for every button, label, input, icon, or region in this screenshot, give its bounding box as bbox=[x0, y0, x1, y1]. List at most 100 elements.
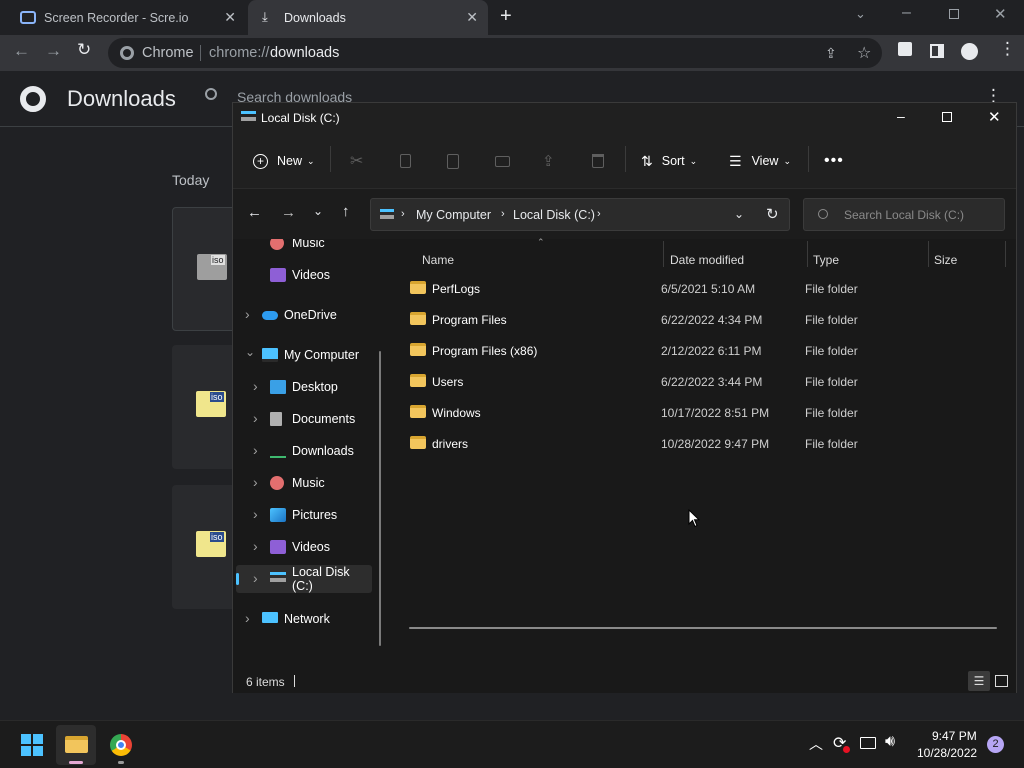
chevron-down-icon[interactable]: ⌄ bbox=[245, 345, 255, 359]
share-icon[interactable]: ⇪ bbox=[825, 45, 837, 62]
maximize-icon[interactable] bbox=[942, 112, 952, 122]
volume-icon[interactable]: 🔊︎ bbox=[885, 733, 895, 751]
search-local-disk-input[interactable]: Search Local Disk (C:) bbox=[803, 198, 1005, 231]
start-button-windows-icon[interactable] bbox=[21, 734, 43, 756]
network-icon[interactable] bbox=[860, 737, 876, 749]
more-options-icon[interactable]: ••• bbox=[824, 146, 844, 176]
close-window-icon[interactable]: ✕ bbox=[988, 108, 1001, 126]
nav-item-network[interactable]: › Network bbox=[233, 605, 381, 633]
chrome-icon-center bbox=[116, 740, 126, 750]
breadcrumb-my-computer[interactable]: My Computer bbox=[416, 208, 491, 222]
chevron-right-icon[interactable]: › bbox=[253, 538, 258, 554]
refresh-icon[interactable]: ↻ bbox=[766, 205, 779, 223]
reload-icon[interactable]: ↻ bbox=[77, 40, 91, 60]
nav-item-onedrive[interactable]: › OneDrive bbox=[233, 301, 381, 329]
details-view-icon[interactable]: ☰ bbox=[968, 671, 990, 691]
extensions-icon[interactable] bbox=[898, 42, 912, 56]
breadcrumb-local-disk[interactable]: Local Disk (C:) bbox=[513, 208, 595, 222]
explorer-title-bar: Local Disk (C:) – ✕ bbox=[233, 103, 1016, 132]
recent-locations-chevron-icon[interactable]: ⌄ bbox=[313, 204, 323, 218]
minimize-icon[interactable]: – bbox=[897, 108, 905, 124]
nav-item-desktop[interactable]: › Desktop bbox=[233, 373, 381, 401]
nav-item-my-computer[interactable]: ⌄ My Computer bbox=[233, 341, 381, 369]
table-row[interactable]: drivers 10/28/2022 9:47 PM File folder bbox=[403, 430, 999, 458]
chevron-right-icon[interactable]: › bbox=[245, 306, 250, 322]
table-row[interactable]: PerfLogs 6/5/2021 5:10 AM File folder bbox=[403, 275, 999, 303]
paste-icon[interactable] bbox=[447, 146, 459, 176]
chevron-right-icon[interactable]: › bbox=[253, 378, 258, 394]
column-header-type[interactable]: Type bbox=[813, 253, 839, 267]
column-header-name[interactable]: Name bbox=[422, 253, 454, 267]
column-divider[interactable] bbox=[663, 241, 664, 267]
cell-date: 6/5/2021 5:10 AM bbox=[661, 282, 756, 296]
profile-avatar-icon[interactable] bbox=[961, 43, 978, 60]
tab-label: Downloads bbox=[284, 10, 346, 25]
rename-icon[interactable] bbox=[495, 146, 510, 176]
column-divider[interactable] bbox=[928, 241, 929, 267]
large-icons-view-icon[interactable] bbox=[995, 675, 1008, 687]
clock-time[interactable]: 9:47 PM bbox=[932, 729, 977, 743]
nav-item-music[interactable]: Music bbox=[233, 239, 381, 257]
nav-item-videos[interactable]: Videos bbox=[233, 261, 381, 289]
chevron-right-icon[interactable]: › bbox=[253, 442, 258, 458]
iso-badge: iso bbox=[211, 255, 225, 265]
tab-screen-recorder[interactable]: Screen Recorder - Scre.io ✕ bbox=[8, 0, 246, 35]
column-divider[interactable] bbox=[1005, 241, 1006, 267]
close-window-icon[interactable]: ✕ bbox=[994, 5, 1007, 23]
side-panel-icon[interactable] bbox=[930, 44, 944, 58]
bookmark-star-icon[interactable]: ☆ bbox=[857, 43, 871, 63]
new-button[interactable]: + New ⌄ bbox=[253, 146, 315, 176]
chevron-right-icon[interactable]: › bbox=[253, 410, 258, 426]
show-hidden-icons-chevron-icon[interactable]: ︿ bbox=[809, 734, 823, 754]
column-divider[interactable] bbox=[807, 241, 808, 267]
nav-item-documents[interactable]: › Documents bbox=[233, 405, 381, 433]
nav-item-music[interactable]: › Music bbox=[233, 469, 381, 497]
notification-count-badge[interactable]: 2 bbox=[987, 736, 1004, 753]
minimize-icon[interactable]: – bbox=[902, 4, 911, 22]
tab-search-chevron-icon[interactable]: ⌄ bbox=[855, 6, 866, 22]
chevron-right-icon[interactable]: › bbox=[253, 506, 258, 522]
chevron-right-icon[interactable]: › bbox=[245, 610, 250, 626]
taskbar-file-explorer[interactable] bbox=[56, 725, 96, 765]
table-row[interactable]: Users 6/22/2022 3:44 PM File folder bbox=[403, 368, 999, 396]
chevron-right-icon[interactable]: › bbox=[253, 474, 258, 490]
address-breadcrumb[interactable]: › My Computer › Local Disk (C:) › ⌄ ↻ bbox=[370, 198, 790, 231]
cell-type: File folder bbox=[805, 313, 858, 327]
back-arrow-icon[interactable]: ← bbox=[247, 204, 262, 221]
new-tab-icon[interactable]: + bbox=[500, 5, 512, 28]
clock-date[interactable]: 10/28/2022 bbox=[917, 746, 977, 760]
address-history-chevron-icon[interactable]: ⌄ bbox=[734, 207, 744, 221]
table-row[interactable]: Windows 10/17/2022 8:51 PM File folder bbox=[403, 399, 999, 427]
nav-item-local-disk-c[interactable]: › Local Disk (C:) bbox=[236, 565, 372, 593]
copy-icon[interactable] bbox=[400, 146, 411, 176]
nav-item-pictures[interactable]: › Pictures bbox=[233, 501, 381, 529]
tab-downloads[interactable]: ⤓ Downloads ✕ bbox=[248, 0, 488, 35]
url-prefix: chrome:// bbox=[209, 45, 270, 61]
sort-button[interactable]: ⇅ Sort ⌄ bbox=[641, 146, 697, 176]
taskbar-chrome[interactable] bbox=[101, 725, 141, 765]
search-icon[interactable] bbox=[205, 88, 217, 100]
column-header-date-modified[interactable]: Date modified bbox=[670, 253, 744, 267]
close-tab-icon[interactable]: ✕ bbox=[224, 9, 236, 26]
share-icon[interactable]: ⇪ bbox=[542, 146, 555, 176]
view-label: View bbox=[751, 154, 779, 168]
delete-icon[interactable] bbox=[592, 146, 604, 176]
forward-arrow-icon[interactable]: → bbox=[281, 204, 296, 221]
nav-item-videos[interactable]: › Videos bbox=[233, 533, 381, 561]
back-icon[interactable]: ← bbox=[13, 41, 30, 61]
forward-icon[interactable]: → bbox=[45, 41, 62, 61]
chrome-menu-icon[interactable]: ⋮ bbox=[999, 40, 1016, 57]
chevron-right-icon[interactable]: › bbox=[253, 570, 258, 586]
navigation-scrollbar[interactable] bbox=[379, 351, 381, 646]
restore-icon[interactable] bbox=[949, 9, 959, 19]
view-button[interactable]: ☰ View ⌄ bbox=[729, 146, 791, 176]
cut-icon[interactable]: ✂ bbox=[350, 146, 363, 176]
nav-item-downloads[interactable]: › Downloads bbox=[233, 437, 381, 465]
table-row[interactable]: Program Files 6/22/2022 4:34 PM File folde… bbox=[403, 306, 999, 334]
column-header-size[interactable]: Size bbox=[934, 253, 957, 267]
address-bar[interactable]: Chrome chrome:// downloads ⇪ ☆ bbox=[108, 38, 882, 68]
up-arrow-icon[interactable]: ↑ bbox=[342, 203, 350, 220]
close-tab-icon[interactable]: ✕ bbox=[466, 9, 478, 26]
horizontal-scrollbar[interactable] bbox=[409, 627, 997, 629]
table-row[interactable]: Program Files (x86) 2/12/2022 6:11 PM File… bbox=[403, 337, 999, 365]
